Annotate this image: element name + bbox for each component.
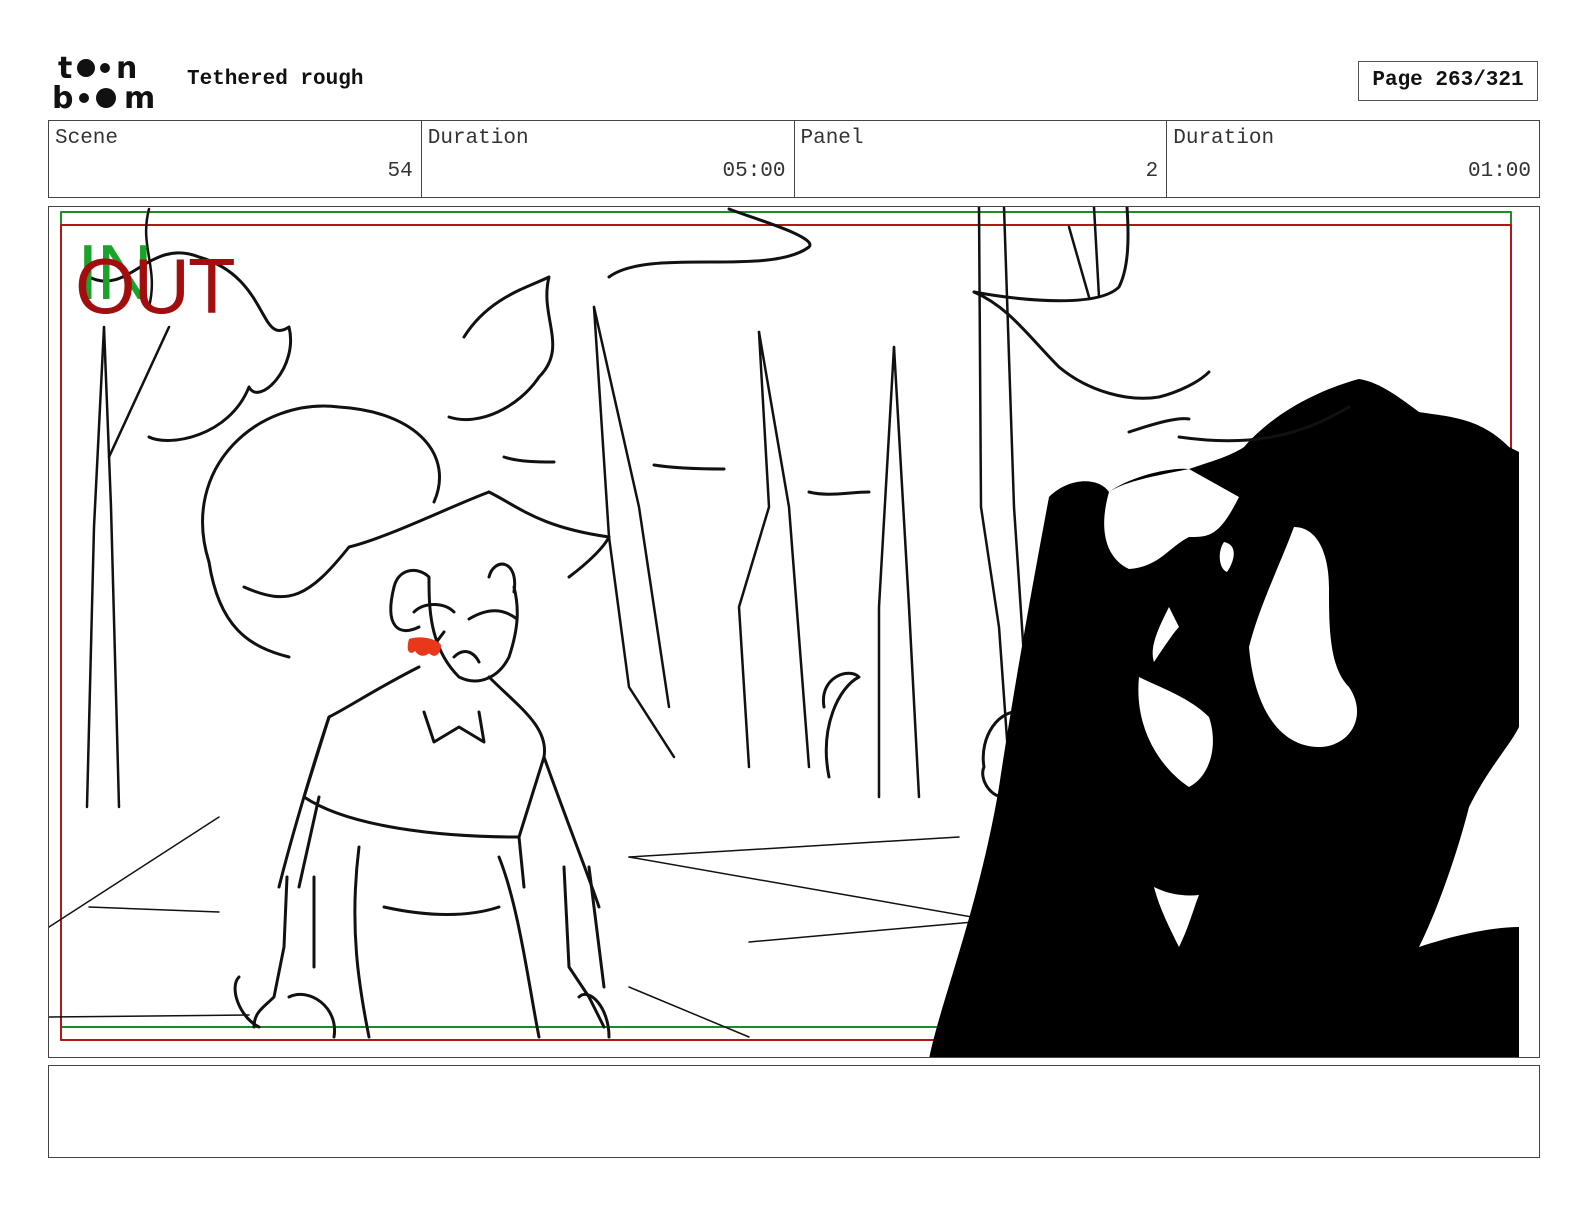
page-indicator: Page 263/321 [1358, 61, 1538, 101]
out-marker: OUT [75, 242, 236, 330]
scene-number: 54 [387, 160, 413, 183]
ground-lines [49, 816, 1030, 1038]
panel-notes [48, 1065, 1540, 1158]
foreground-silhouette [929, 379, 1519, 1057]
scene-label: Scene [55, 127, 119, 150]
storyboard-panel: IN OUT [48, 206, 1540, 1058]
scene-info-row: Scene 54 Duration 05:00 Panel 2 Duration… [48, 120, 1540, 198]
panel-duration-cell: Duration 01:00 [1167, 121, 1539, 197]
panel-label: Panel [800, 127, 864, 150]
panel-duration-label: Duration [1173, 127, 1275, 150]
toon-boom-logo: t n b m [52, 52, 155, 112]
svg-text:m: m [124, 81, 155, 112]
scene-cell: Scene 54 [49, 121, 422, 197]
scene-duration-cell: Duration 05:00 [422, 121, 795, 197]
scene-duration-value: 05:00 [722, 160, 786, 183]
background-trees [85, 207, 1101, 809]
document-title: Tethered rough [187, 68, 364, 91]
scene-duration-label: Duration [427, 127, 529, 150]
panel-number: 2 [1145, 160, 1159, 183]
character-girl [201, 404, 611, 1039]
silhouette-head-lines [972, 207, 1351, 443]
panel-drawing [49, 207, 1519, 1057]
panel-duration-value: 01:00 [1467, 160, 1531, 183]
panel-cell: Panel 2 [795, 121, 1168, 197]
svg-text:b: b [52, 81, 73, 112]
